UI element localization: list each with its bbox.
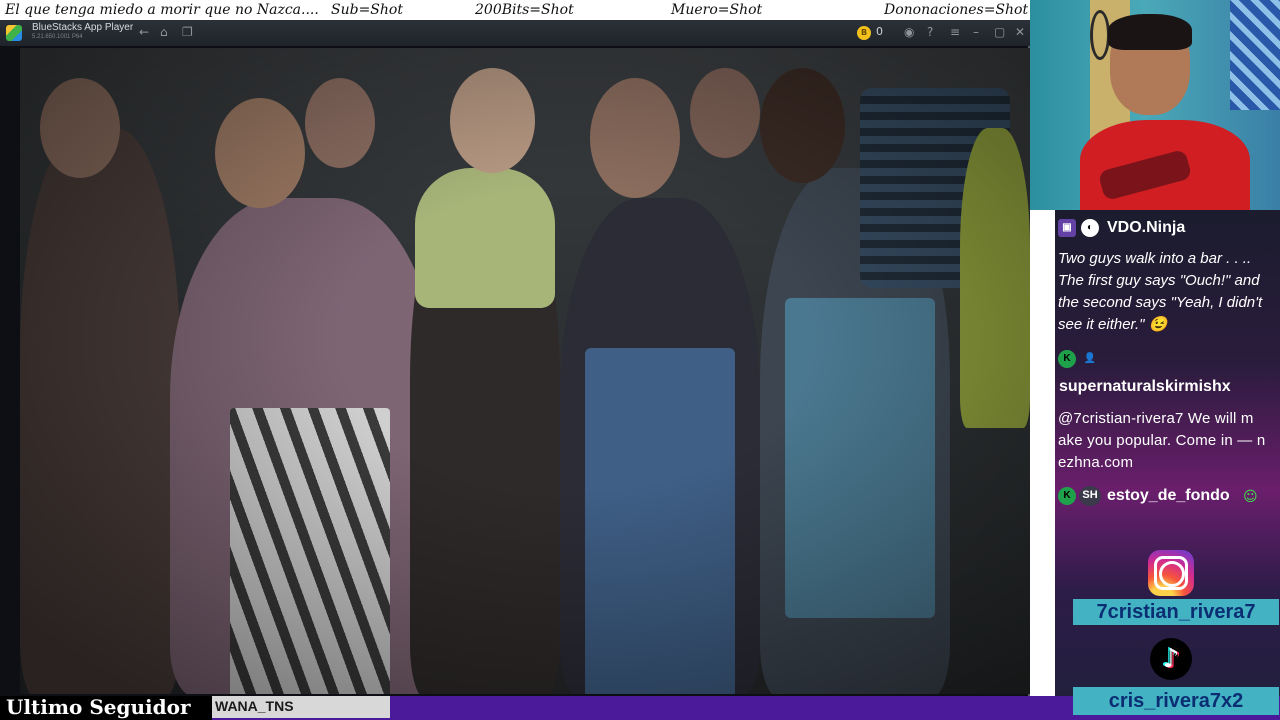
cam-poster (1230, 0, 1280, 110)
video-vignette (20, 48, 1030, 694)
ticker-item-donations: Dononaciones=Shot (884, 2, 1029, 18)
back-icon[interactable]: ← (139, 25, 149, 39)
restore-icon[interactable]: ▢ (994, 25, 1005, 39)
window-titlebar: BlueStacks App Player 5.21.650.1001 P64 … (0, 20, 1030, 46)
menu-icon[interactable]: ≡ (950, 25, 960, 39)
tiktok-handle-front: cris_rivera7x2 (1073, 687, 1279, 715)
window-version: 5.21.650.1001 P64 (32, 34, 83, 40)
tiktok-icon: ♪ (1150, 638, 1192, 680)
minimize-icon[interactable]: – (973, 25, 979, 39)
ticker-bar: El que tenga miedo a morir que no Nazca.… (0, 0, 1030, 20)
cam-mirror (1090, 10, 1110, 60)
coin-count: 0 (876, 25, 883, 38)
ticker-item-bits: 200Bits=Shot (475, 2, 574, 18)
green-emote-icon: ☺ (1243, 489, 1258, 505)
webcam-feed (1030, 0, 1280, 210)
ticker-item-sub: Sub=Shot (331, 2, 403, 18)
cam-hair (1108, 14, 1192, 50)
chat-username[interactable]: supernaturalskirmishx (1059, 378, 1231, 396)
kick-badge-icon: K (1058, 487, 1076, 505)
bluestacks-window: BlueStacks App Player 5.21.650.1001 P64 … (0, 20, 1030, 696)
last-follower-name: WANA_TNS (212, 696, 390, 718)
chat-message: @7cristian-rivera7 We will m ake you pop… (1058, 410, 1266, 471)
instagram-icon (1148, 550, 1194, 596)
ninja-badge-icon: ◐ (1081, 219, 1099, 237)
instagram-handle: 7cristian_rivera7 (1073, 599, 1279, 625)
chat-message: Two guys walk into a bar . . .. The firs… (1058, 248, 1280, 336)
channel-badge-icon: SH (1079, 486, 1101, 506)
twitch-badge-icon: ▣ (1058, 219, 1076, 237)
help-icon[interactable]: ? (927, 25, 933, 39)
video-player[interactable] (20, 48, 1030, 694)
close-icon[interactable]: ✕ (1015, 25, 1025, 39)
chat-left-margin (1030, 210, 1055, 696)
window-title: BlueStacks App Player (32, 22, 134, 33)
ticker-item-motto: El que tenga miedo a morir que no Nazca.… (5, 2, 319, 18)
home-icon[interactable]: ⌂ (160, 25, 168, 39)
multi-instance-icon[interactable]: ❐ (182, 25, 193, 39)
kick-badge-icon: K (1058, 350, 1076, 368)
user-badge-icon: 👤 (1083, 353, 1097, 364)
bluestacks-logo-icon (6, 25, 22, 41)
chat-username[interactable]: estoy_de_fondo (1107, 487, 1230, 505)
coin-icon[interactable]: B (857, 26, 871, 40)
account-icon[interactable]: ◉ (904, 25, 914, 39)
ticker-item-death: Muero=Shot (671, 2, 763, 18)
wink-emoji-icon: 😉 (1148, 316, 1168, 333)
chat-username[interactable]: VDO.Ninja (1107, 219, 1185, 237)
last-follower-label: Ultimo Seguidor (0, 696, 212, 720)
